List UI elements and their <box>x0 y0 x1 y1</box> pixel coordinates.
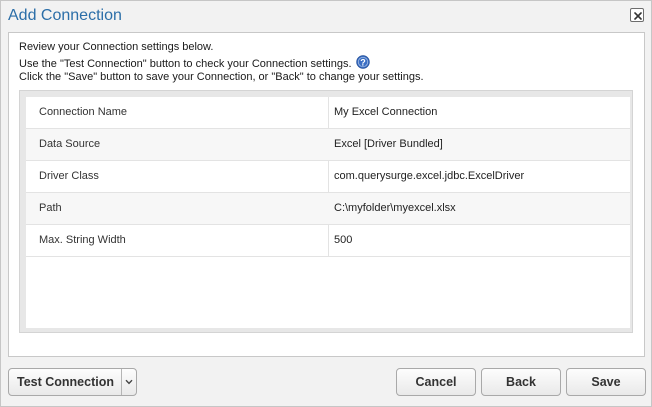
connection-name-label: Connection Name <box>39 106 128 118</box>
intro-text: Review your Connection settings below. U… <box>19 41 424 85</box>
path-label: Path <box>39 202 62 214</box>
close-button[interactable] <box>630 8 644 22</box>
save-button[interactable]: Save <box>566 368 646 396</box>
cancel-button[interactable]: Cancel <box>396 368 476 396</box>
back-button[interactable]: Back <box>481 368 561 396</box>
table-row: Driver Class com.querysurge.excel.jdbc.E… <box>26 161 630 193</box>
dialog-titlebar: Add Connection <box>1 1 651 32</box>
data-source-label: Data Source <box>39 138 101 150</box>
help-icon[interactable]: ? <box>355 54 370 69</box>
max-string-width-label: Max. String Width <box>39 234 126 246</box>
review-panel: Review your Connection settings below. U… <box>8 32 645 357</box>
test-connection-split-button: Test Connection <box>8 368 137 396</box>
intro-line-2-text: Use the "Test Connection" button to chec… <box>19 57 352 70</box>
data-source-value: Excel [Driver Bundled] <box>334 138 443 150</box>
driver-class-label: Driver Class <box>39 170 99 182</box>
table-row: Path C:\myfolder\myexcel.xlsx <box>26 193 630 225</box>
dialog-title: Add Connection <box>8 7 122 24</box>
table-row: Connection Name My Excel Connection <box>26 97 630 129</box>
driver-class-value: com.querysurge.excel.jdbc.ExcelDriver <box>334 170 525 182</box>
svg-text:?: ? <box>360 57 366 67</box>
intro-line-3: Click the "Save" button to save your Con… <box>19 71 424 83</box>
intro-line-2: Use the "Test Connection" button to chec… <box>19 54 424 72</box>
add-connection-dialog: Add Connection Review your Connection se… <box>0 0 652 407</box>
settings-table-frame: Connection Name My Excel Connection Data… <box>19 90 633 333</box>
connection-name-value: My Excel Connection <box>334 106 438 118</box>
test-connection-dropdown-button[interactable] <box>122 369 136 395</box>
test-connection-button[interactable]: Test Connection <box>9 369 122 395</box>
table-row: Max. String Width 500 <box>26 225 630 257</box>
path-value: C:\myfolder\myexcel.xlsx <box>334 202 456 214</box>
max-string-width-value: 500 <box>334 234 353 246</box>
settings-table: Connection Name My Excel Connection Data… <box>26 97 630 328</box>
table-row: Data Source Excel [Driver Bundled] <box>26 129 630 161</box>
close-icon <box>634 12 642 20</box>
chevron-down-icon <box>125 379 133 385</box>
intro-line-1: Review your Connection settings below. <box>19 41 214 53</box>
